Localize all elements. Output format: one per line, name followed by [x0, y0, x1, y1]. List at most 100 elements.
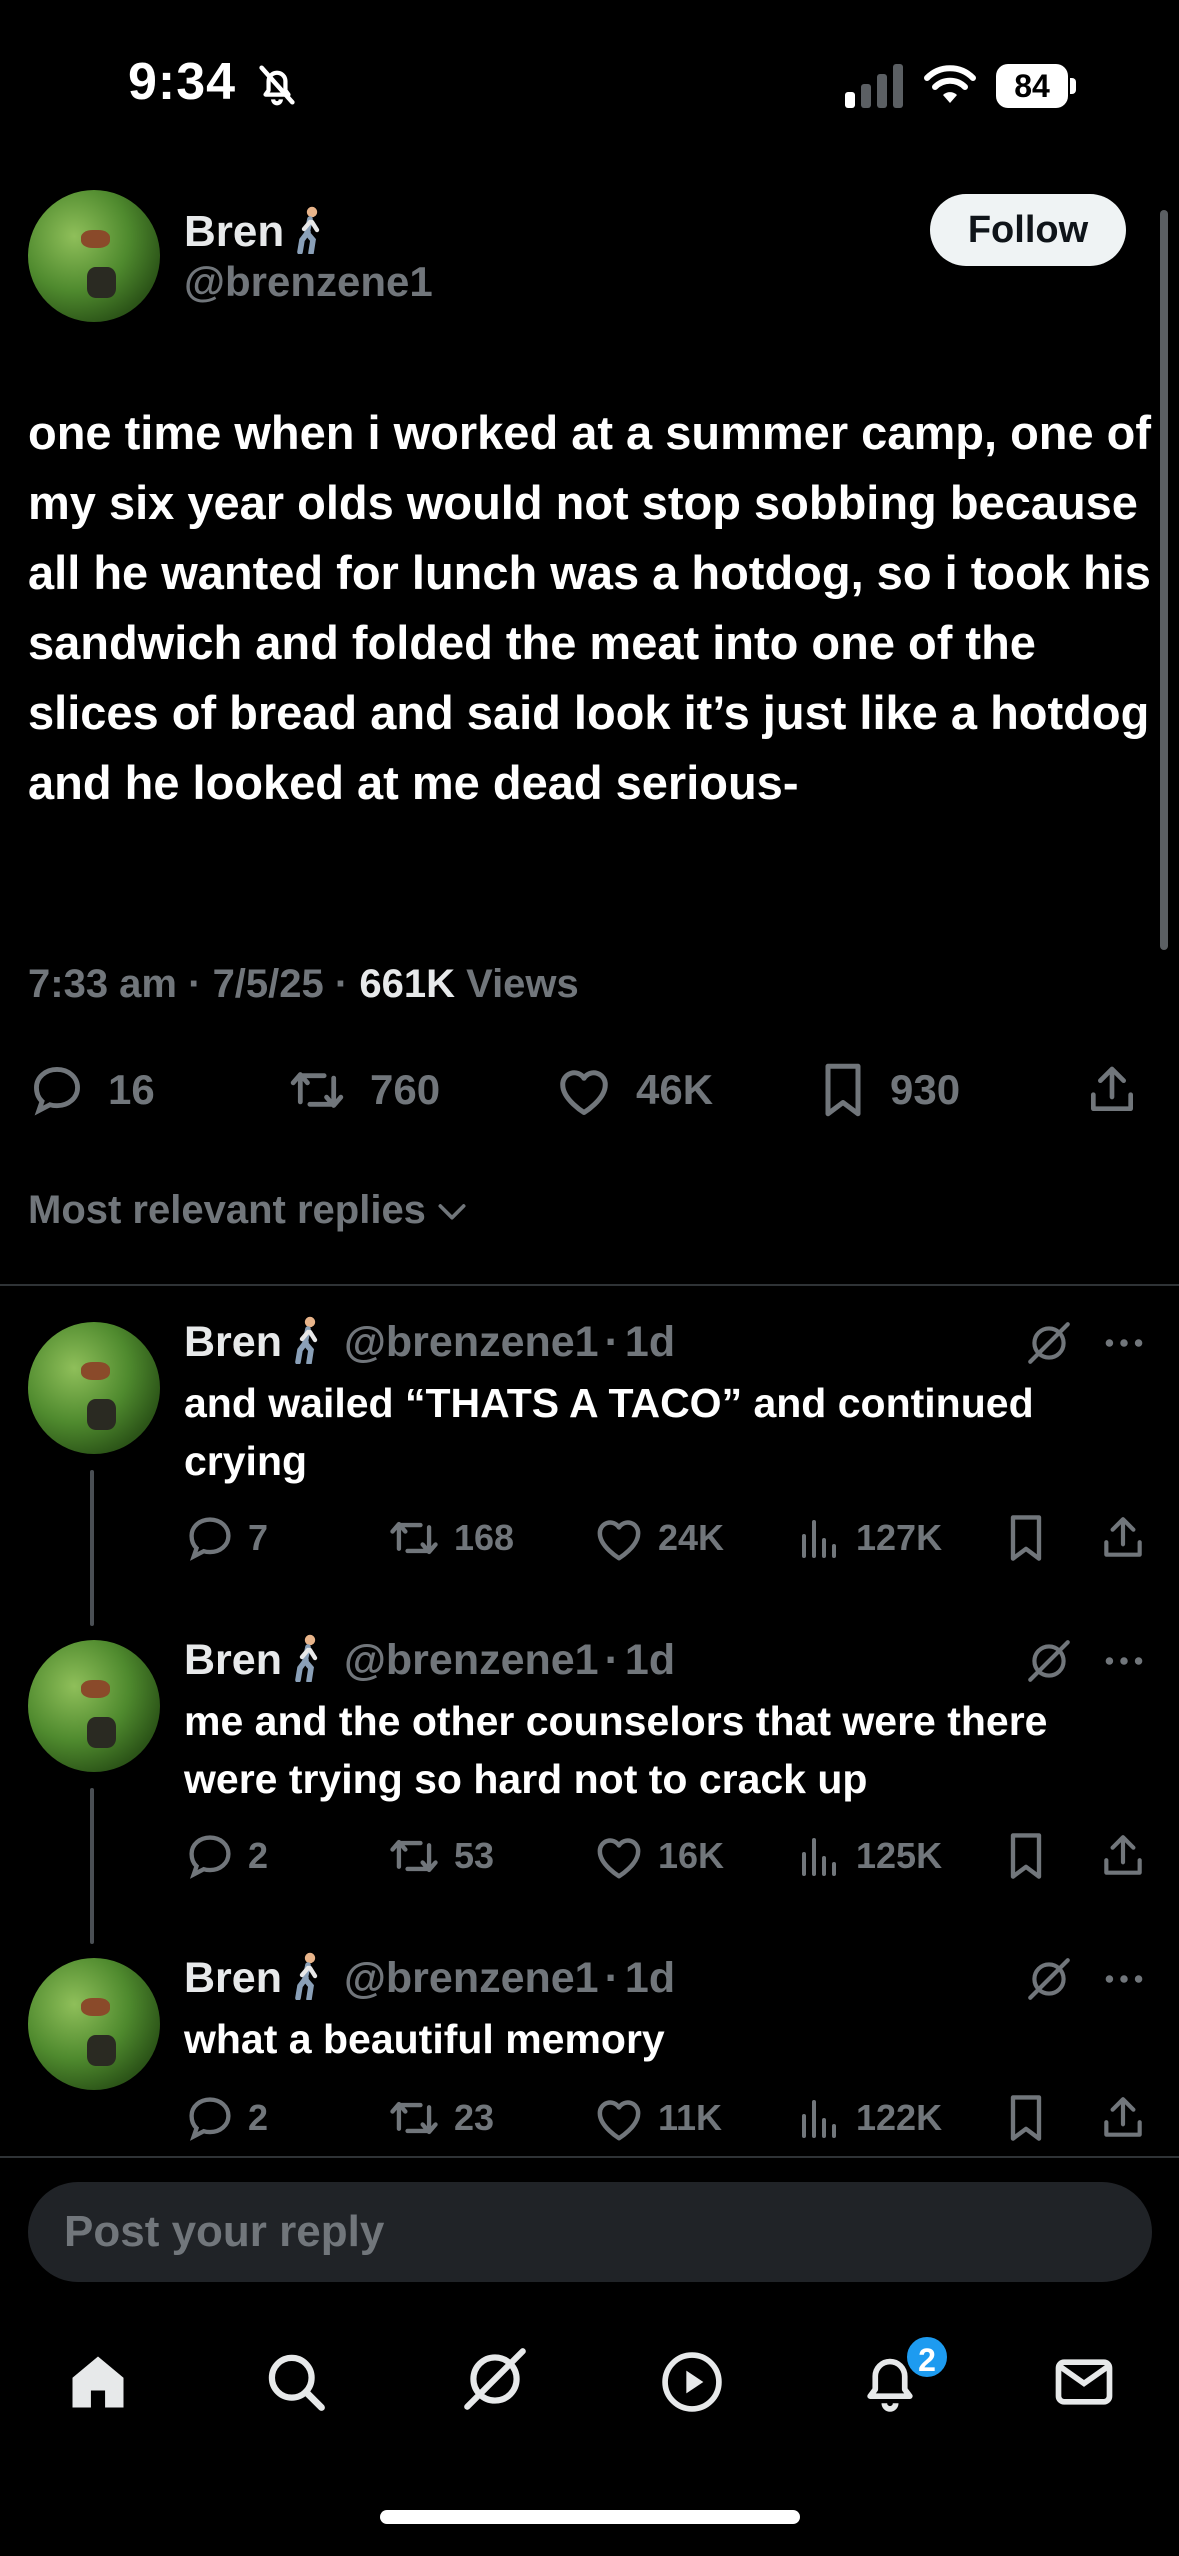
repost-button[interactable]: 168 — [386, 1508, 514, 1568]
reply-author-handle[interactable]: @brenzene1 — [344, 1954, 599, 2002]
post-views-count[interactable]: 661K — [359, 962, 455, 1006]
replies-sort-label[interactable]: Most relevant replies — [28, 1188, 426, 1233]
repost-icon — [390, 1521, 438, 1555]
grok-icon[interactable] — [1024, 1318, 1074, 1368]
views-button[interactable]: 122K — [796, 2088, 942, 2148]
reply-count: 2 — [248, 1835, 269, 1876]
reply-button[interactable]: 7 — [184, 1508, 268, 1568]
mail-icon[interactable] — [1050, 2348, 1118, 2416]
reply-icon — [189, 2097, 231, 2141]
like-button[interactable]: 11K — [592, 2088, 722, 2148]
share-button[interactable] — [1098, 1826, 1148, 1886]
battery-level: 84 — [1014, 68, 1050, 104]
author-avatar[interactable] — [28, 190, 160, 322]
bookmark-button[interactable] — [1004, 2088, 1048, 2148]
search-icon[interactable] — [262, 2348, 330, 2416]
author-handle[interactable]: @brenzene1 — [184, 258, 433, 306]
grok-icon[interactable] — [1024, 1636, 1074, 1686]
reply-header: Bren @brenzene1 · 1d — [184, 1316, 675, 1367]
post-views-label[interactable]: Views — [466, 962, 579, 1006]
views-button[interactable]: 125K — [796, 1826, 942, 1886]
walking-person-emoji — [295, 1952, 318, 2000]
views-button[interactable]: 127K — [796, 1508, 942, 1568]
bookmark-button[interactable] — [1004, 1826, 1048, 1886]
like-icon — [560, 1070, 608, 1115]
thread-line — [90, 1470, 94, 1626]
author-name[interactable]: Bren — [184, 207, 284, 256]
scrollbar[interactable] — [1160, 210, 1168, 950]
grok-icon[interactable] — [458, 2342, 532, 2416]
more-icon[interactable] — [1098, 1636, 1150, 1686]
like-button[interactable]: 46K — [554, 1060, 713, 1120]
follow-button[interactable]: Follow — [930, 194, 1126, 266]
share-button[interactable] — [1098, 2088, 1148, 2148]
reply-button[interactable]: 16 — [28, 1060, 155, 1120]
like-count: 11K — [658, 2097, 723, 2138]
reply-time: 1d — [624, 1636, 676, 1684]
reply-avatar[interactable] — [28, 1640, 160, 1772]
home-icon[interactable] — [64, 2348, 132, 2416]
repost-count: 53 — [454, 1835, 495, 1876]
bookmark-button[interactable] — [1004, 1508, 1048, 1568]
wifi-icon — [924, 65, 976, 103]
reply-author-name[interactable]: Bren — [184, 1636, 282, 1684]
share-icon — [1104, 1835, 1142, 1875]
bookmark-icon — [825, 1063, 861, 1117]
reply-button[interactable]: 2 — [184, 2088, 268, 2148]
post-meta: 7:33 am · 7/5/25 · 661K Views — [28, 962, 579, 1007]
like-icon — [597, 1838, 641, 1879]
like-icon — [597, 1520, 641, 1561]
reply-text: and wailed “THATS A TACO” and continued … — [184, 1380, 1034, 1484]
like-count: 16K — [658, 1835, 725, 1876]
reply-avatar[interactable] — [28, 1322, 160, 1454]
bookmark-icon — [1010, 2095, 1042, 2141]
reply-time: 1d — [624, 1954, 676, 2002]
divider — [0, 2156, 1179, 2158]
views-icon — [802, 1838, 836, 1876]
reply-author-name[interactable]: Bren — [184, 1954, 282, 2002]
reply-text: what a beautiful memory — [184, 2016, 665, 2062]
bookmark-icon — [1010, 1515, 1042, 1561]
reply-button[interactable]: 2 — [184, 1826, 268, 1886]
reply-input[interactable]: Post your reply — [28, 2182, 1152, 2282]
meta-separator: · — [604, 1318, 619, 1366]
status-time: 9:34 — [128, 53, 237, 111]
more-icon[interactable] — [1098, 1318, 1150, 1368]
more-icon[interactable] — [1098, 1954, 1150, 2004]
like-button[interactable]: 16K — [592, 1826, 724, 1886]
like-count: 46K — [636, 1066, 714, 1113]
home-indicator[interactable] — [380, 2510, 800, 2524]
reply-count: 7 — [248, 1517, 269, 1558]
bookmark-button[interactable]: 930 — [818, 1060, 960, 1120]
reply-author-name[interactable]: Bren — [184, 1318, 282, 1366]
post-date: 7/5/25 — [212, 962, 324, 1006]
signal-icon — [845, 64, 903, 108]
divider — [0, 1284, 1179, 1286]
like-button[interactable]: 24K — [592, 1508, 724, 1568]
bookmark-count: 930 — [890, 1066, 961, 1113]
bell-slash-icon — [259, 65, 295, 106]
repost-count: 760 — [370, 1066, 441, 1113]
meta-separator: · — [188, 962, 202, 1006]
share-button[interactable] — [1098, 1508, 1148, 1568]
meta-separator: · — [604, 1636, 619, 1684]
repost-icon — [390, 2101, 438, 2135]
views-count: 125K — [856, 1835, 943, 1876]
share-icon — [1104, 2097, 1142, 2137]
replies-sort-dropdown[interactable]: Most relevant replies — [28, 1188, 472, 1233]
repost-button[interactable]: 53 — [386, 1826, 494, 1886]
repost-button[interactable]: 760 — [286, 1060, 440, 1120]
repost-icon — [390, 1839, 438, 1873]
author-name-row[interactable]: Bren — [184, 206, 328, 257]
reply-author-handle[interactable]: @brenzene1 — [344, 1318, 599, 1366]
play-icon[interactable] — [658, 2348, 726, 2416]
views-icon — [802, 1520, 836, 1558]
reply-avatar[interactable] — [28, 1958, 160, 2090]
grok-icon[interactable] — [1024, 1954, 1074, 2004]
walking-person-emoji — [295, 1634, 318, 1682]
reply-author-handle[interactable]: @brenzene1 — [344, 1636, 599, 1684]
share-button[interactable] — [1084, 1060, 1140, 1120]
repost-icon — [290, 1072, 344, 1108]
walking-person-emoji — [297, 206, 320, 254]
repost-button[interactable]: 23 — [386, 2088, 494, 2148]
